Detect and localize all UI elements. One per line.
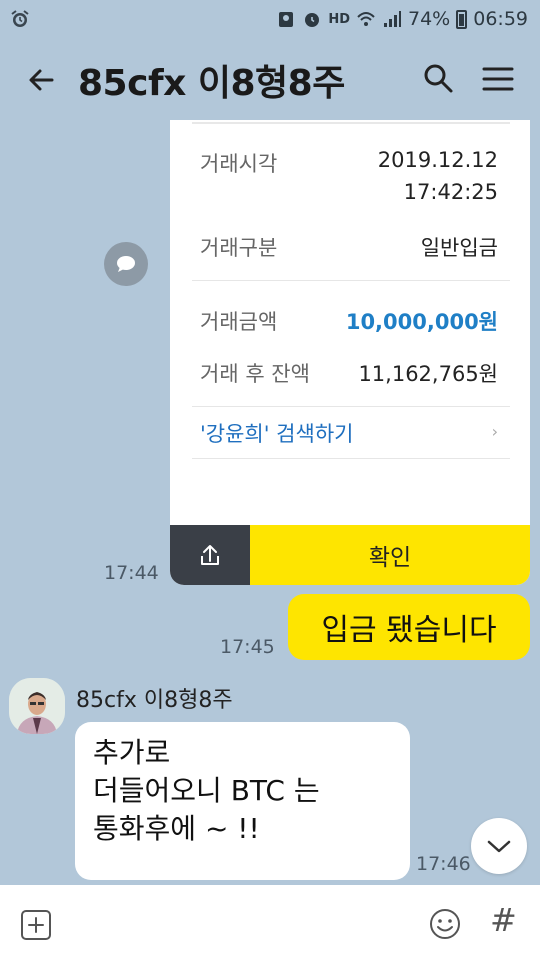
message-line: 통화후에 ~ !! [93,812,260,845]
menu-icon[interactable] [480,62,516,96]
confirm-button[interactable]: 확인 [250,525,530,585]
emoji-icon[interactable] [428,907,462,941]
card-top-divider [192,122,510,124]
card-divider [192,406,510,407]
chat-header: 85cfx 이8형8주 [0,38,540,120]
scroll-to-bottom-button[interactable] [471,818,527,874]
share-button[interactable] [170,525,250,585]
back-arrow-icon[interactable] [22,60,62,100]
transaction-clock: 17:42:25 [403,180,498,204]
status-indicators: HD 74% 06:59 [276,7,528,31]
other-message-bubble[interactable]: 추가로 더들어오니 BTC 는 통화후에 ~ !! [75,722,410,880]
message-time: 17:46 [416,853,471,875]
transaction-card[interactable]: 거래시각 2019.12.12 17:42:25 거래구분 일반입금 거래금액 … [170,120,530,585]
speech-bubble-icon [117,256,135,272]
chevron-down-icon [487,840,511,853]
transaction-type-label: 거래구분 [200,236,278,260]
contact-icon [279,12,294,27]
message-line: 추가로 [93,736,171,769]
alarm-icon [11,10,29,27]
card-footer: 확인 [170,525,530,585]
chat-messages[interactable]: 거래시각 2019.12.12 17:42:25 거래구분 일반입금 거래금액 … [0,120,540,885]
hd-voice-badge: HD [328,11,350,27]
message-input-bar: # [0,885,540,960]
search-icon[interactable] [420,60,456,96]
row-balance-after: 거래 후 잔액 11,162,765원 [192,358,510,388]
alarm-status-icon [305,13,320,27]
battery-icon [456,9,468,29]
card-divider [192,280,510,281]
chevron-right-icon: › [491,422,498,441]
profile-photo-icon [9,678,65,734]
balance-after-value: 11,162,765원 [358,362,498,386]
transaction-date: 2019.12.12 [377,148,498,172]
row-transaction-type: 거래구분 일반입금 [192,232,510,262]
status-time: 06:59 [473,8,528,30]
message-line: 더들어오니 BTC 는 [93,774,320,807]
status-bar: HD 74% 06:59 [0,0,540,38]
transaction-amount-label: 거래금액 [200,310,278,334]
transaction-amount-value: 10,000,000원 [345,310,498,334]
hashtag-search-button[interactable]: # [490,901,517,939]
transaction-type-value: 일반입금 [420,236,498,260]
share-icon [201,545,219,565]
row-transaction-amount: 거래금액 10,000,000원 [192,306,510,336]
signal-icon [384,11,401,27]
avatar[interactable] [9,678,65,734]
row-transaction-time: 거래시각 2019.12.12 17:42:25 [192,148,510,212]
transaction-time-label: 거래시각 [200,152,278,176]
chat-title: 85cfx 이8형8주 [78,63,345,104]
message-time: 17:44 [104,562,159,584]
plus-square-icon[interactable] [20,909,52,941]
card-divider [192,458,510,459]
search-name-link[interactable]: '강윤희' 검색하기 [200,418,353,448]
battery-percent: 74% [408,8,451,30]
my-message-bubble[interactable]: 입금 됐습니다 [288,594,530,660]
wifi-icon [357,12,375,26]
share-message-button[interactable] [104,242,148,286]
balance-after-label: 거래 후 잔액 [200,362,310,386]
message-time: 17:45 [220,636,275,658]
sender-name: 85cfx 이8형8주 [76,688,233,713]
